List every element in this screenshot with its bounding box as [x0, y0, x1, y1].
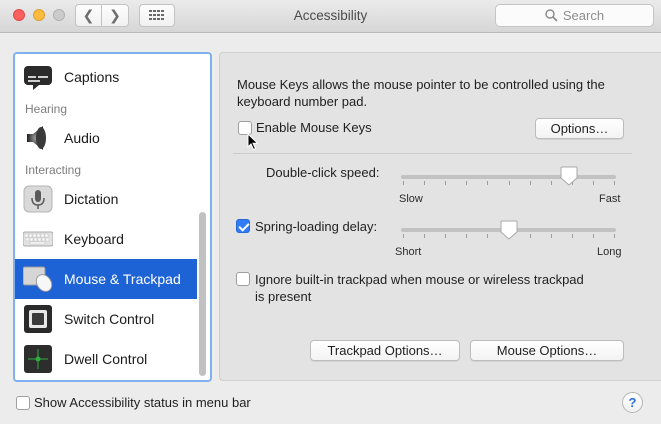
search-field[interactable]: Search: [495, 4, 654, 27]
slider-tick: [529, 181, 531, 185]
enable-mouse-keys-label: Enable Mouse Keys: [256, 120, 372, 135]
mouse-options-button[interactable]: Mouse Options…: [470, 340, 624, 361]
spring-loading-checkbox[interactable]: [236, 219, 250, 233]
mouse-keys-options-button[interactable]: Options…: [535, 118, 624, 139]
show-status-in-menu-bar-checkbox[interactable]: [16, 396, 30, 410]
sidebar-item-label: Dictation: [64, 191, 119, 207]
sidebar-item-dictation[interactable]: Dictation: [15, 179, 197, 219]
sidebar-section-interacting: Interacting: [25, 163, 82, 177]
help-button[interactable]: ?: [622, 392, 643, 413]
slider-tick: [403, 234, 404, 238]
slider-tick: [487, 181, 489, 185]
search-placeholder: Search: [562, 8, 605, 23]
slider-tick: [592, 234, 594, 238]
sidebar-item-label: Audio: [64, 130, 100, 146]
slider-tick: [445, 181, 447, 185]
dwell-control-icon: [24, 345, 52, 373]
sidebar-item-mouse-trackpad[interactable]: Mouse & Trackpad: [15, 259, 197, 299]
slider-tick: [592, 181, 594, 185]
double-click-speed-label: Double-click speed:: [266, 165, 380, 180]
sidebar-scrollbar[interactable]: [199, 212, 206, 376]
spring-loading-delay-slider-thumb[interactable]: [500, 220, 518, 240]
speaker-icon: [27, 126, 46, 150]
switch-control-icon: [24, 305, 52, 333]
show-status-in-menu-bar-label: Show Accessibility status in menu bar: [34, 395, 251, 410]
slider-tick: [424, 234, 426, 238]
ignore-trackpad-label-line1: Ignore built-in trackpad when mouse or w…: [255, 272, 584, 287]
double-click-speed-track[interactable]: [401, 175, 616, 179]
slider-tick: [508, 181, 510, 185]
slider-tick: [424, 181, 426, 185]
sidebar-item-dwell-control[interactable]: Dwell Control: [15, 339, 197, 379]
keyboard-icon: [23, 231, 53, 247]
sidebar-item-label: Mouse & Trackpad: [64, 271, 181, 287]
double-click-fast-label: Fast: [599, 193, 621, 205]
sidebar-item-label: Keyboard: [64, 231, 124, 247]
slider-tick: [445, 234, 447, 238]
sidebar-item-captions[interactable]: Captions: [15, 57, 197, 97]
sidebar-item-label: Captions: [64, 69, 120, 85]
slider-tick: [550, 181, 552, 185]
slider-tick: [614, 234, 615, 238]
slider-tick: [529, 234, 531, 238]
mouse-pointer-icon: [247, 133, 259, 151]
sidebar-list[interactable]: Captions Hearing Audio Interacting Dicta…: [13, 52, 212, 382]
trackpad-options-button[interactable]: Trackpad Options…: [310, 340, 460, 361]
slider-tick: [466, 181, 468, 185]
ignore-trackpad-label-line2: is present: [255, 289, 312, 304]
spring-loading-long-label: Long: [597, 246, 622, 258]
sidebar-item-label: Switch Control: [64, 311, 155, 327]
slider-tick: [466, 234, 468, 238]
mouse-trackpad-icon: [23, 266, 53, 292]
spring-loading-delay-label: Spring-loading delay:: [255, 219, 378, 234]
slider-tick: [487, 234, 489, 238]
spring-loading-short-label: Short: [395, 246, 422, 258]
slider-tick: [614, 181, 615, 185]
sidebar-item-keyboard[interactable]: Keyboard: [15, 219, 197, 259]
slider-tick: [550, 234, 552, 238]
mouse-keys-description: Mouse Keys allows the mouse pointer to b…: [237, 77, 605, 109]
sidebar-item-switch-control[interactable]: Switch Control: [15, 299, 197, 339]
sidebar-item-audio[interactable]: Audio: [15, 118, 197, 158]
slider-tick: [403, 181, 404, 185]
sidebar-item-label: Dwell Control: [64, 351, 148, 367]
double-click-slow-label: Slow: [399, 193, 423, 205]
sidebar-section-hearing: Hearing: [25, 102, 68, 116]
section-divider: [233, 153, 632, 154]
double-click-speed-slider-thumb[interactable]: [560, 166, 578, 186]
microphone-icon: [23, 185, 53, 213]
slider-tick: [571, 234, 573, 238]
title-bar: ❮ ❯ Accessibility Search: [0, 0, 661, 33]
captions-icon: [24, 66, 52, 90]
search-icon: [545, 9, 558, 22]
ignore-trackpad-checkbox[interactable]: [236, 272, 250, 286]
